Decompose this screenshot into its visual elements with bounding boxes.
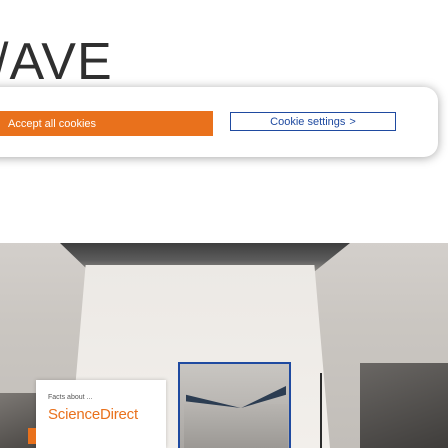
image-shape-right: [360, 363, 448, 448]
card-label: Facts about ...: [48, 394, 93, 401]
cookie-settings-label: Cookie settings: [270, 115, 346, 128]
sciencedirect-card[interactable]: Facts about ... ScienceDirect: [28, 380, 166, 448]
device-base-shape: [184, 404, 288, 448]
card-accent-bar: [28, 428, 36, 444]
accept-all-cookies-label: Accept all cookies: [8, 117, 97, 130]
sciencedirect-logo-text: ScienceDirect: [48, 406, 138, 423]
accept-all-cookies-button[interactable]: Accept all cookies: [0, 111, 213, 136]
image-divider: [320, 373, 322, 448]
background-heading-fragment: /AVE: [0, 33, 113, 91]
cookie-consent-banner: Accept all cookies Cookie settings >: [0, 87, 438, 157]
chevron-right-icon: >: [349, 115, 356, 128]
cookie-settings-button[interactable]: Cookie settings >: [230, 112, 396, 131]
article-hero-image: Facts about ... ScienceDirect: [0, 243, 448, 448]
highlighted-device-region[interactable]: [178, 362, 291, 448]
